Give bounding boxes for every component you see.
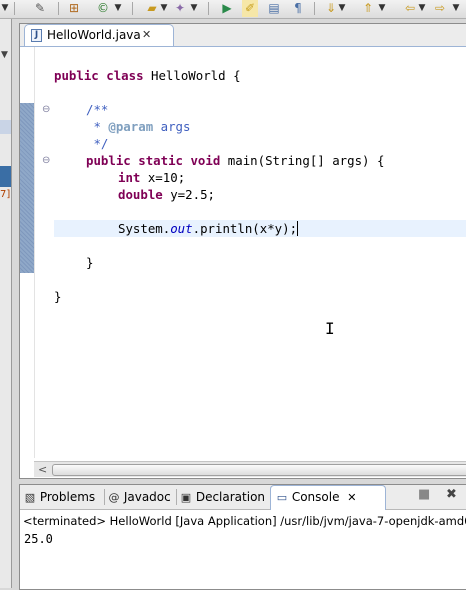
- code-text: x=10;: [140, 170, 186, 185]
- code-line: double y=2.5;: [118, 186, 215, 203]
- keyword: double: [118, 187, 163, 202]
- javadoc-line: * @param args: [86, 118, 190, 135]
- scrollbar-thumb[interactable]: [52, 464, 466, 476]
- gutter-divider: [34, 47, 35, 458]
- editor-tab-bar: J HelloWorld.java ✕: [20, 24, 466, 47]
- tab-label: Javadoc: [123, 490, 171, 504]
- edit-icon[interactable]: ✎: [32, 0, 48, 17]
- java-editor: J HelloWorld.java ✕ ⊖ ⊖ public class Hel…: [19, 23, 466, 479]
- back-icon[interactable]: ⇦: [402, 0, 418, 17]
- editor-tab-label: HelloWorld.java: [47, 28, 141, 42]
- previous-annotation-icon[interactable]: ⇑: [360, 0, 376, 17]
- javadoc-tag: @param: [108, 119, 154, 134]
- explorer-highlight-row: [0, 120, 11, 134]
- view-menu-chevron-icon[interactable]: ▼: [1, 50, 8, 60]
- javadoc-text: args: [153, 119, 191, 134]
- console-status: <terminated> HelloWorld [Java Applicatio…: [23, 514, 466, 528]
- console-icon: ▭: [276, 491, 288, 504]
- console-output[interactable]: 25.0: [24, 532, 53, 546]
- keyword: class: [106, 68, 144, 83]
- toolbar-separator: [208, 2, 209, 15]
- code-line: public static void main(String[] args) {: [86, 152, 384, 169]
- task-list-icon[interactable]: ▤: [266, 0, 282, 17]
- ibeam-cursor-icon: I: [325, 319, 335, 338]
- main-toolbar: ▼ ✎ ⊞ © ▼ ▰ ▼ ✦ ▼ ▶ ✐ ▤ ¶ ⇓ ▼ ⇑ ▼ ⇦ ▼ ⇨ …: [0, 0, 466, 19]
- keyword: void: [190, 153, 221, 168]
- problems-icon: ▧: [24, 491, 36, 504]
- close-icon[interactable]: ✕: [142, 28, 151, 41]
- code-text: .println(x*y);: [192, 221, 298, 236]
- tab-declaration[interactable]: ▣ Declaration: [180, 485, 265, 509]
- code-line: public class HelloWorld {: [54, 67, 241, 84]
- code-line: }: [54, 289, 62, 304]
- remove-launch-icon[interactable]: ✖: [446, 487, 457, 502]
- close-icon[interactable]: ✕: [347, 491, 356, 504]
- tab-problems[interactable]: ▧ Problems: [24, 485, 95, 509]
- magic-wand-icon[interactable]: ✦: [172, 0, 188, 17]
- keyword: public: [86, 153, 131, 168]
- new-class-icon[interactable]: ©: [95, 0, 111, 17]
- editor-horizontal-scrollbar[interactable]: <: [34, 461, 466, 477]
- explorer-text-fragment: 7]: [0, 189, 11, 200]
- tab-javadoc[interactable]: @ Javadoc: [108, 485, 171, 509]
- java-file-icon: J: [31, 29, 42, 42]
- explorer-selected-row[interactable]: [0, 166, 11, 187]
- javadoc-close: */: [86, 136, 109, 151]
- dropdown-arrow-icon[interactable]: ▼: [338, 0, 346, 17]
- fold-collapse-icon[interactable]: ⊖: [42, 104, 50, 115]
- javadoc-text: *: [86, 119, 109, 134]
- toolbar-separator: [314, 2, 315, 15]
- new-package-icon[interactable]: ⊞: [66, 0, 82, 17]
- highlight-icon[interactable]: ✐: [242, 0, 258, 17]
- bottom-panel: ▧ Problems @ Javadoc ▣ Declaration ▭ Con…: [19, 484, 466, 590]
- tab-separator: [104, 489, 105, 505]
- next-annotation-icon[interactable]: ⇓: [323, 0, 339, 17]
- tab-console[interactable]: ▭ Console ✕: [276, 485, 357, 509]
- code-line: }: [86, 255, 94, 270]
- code-text: main(String[] args) {: [220, 153, 385, 168]
- editor-tab-helloworld[interactable]: J HelloWorld.java ✕: [24, 24, 174, 46]
- dropdown-arrow-icon[interactable]: ▼: [160, 0, 168, 17]
- dropdown-arrow-icon[interactable]: ▼: [418, 0, 426, 17]
- at-icon: @: [108, 491, 120, 504]
- code-text: y=2.5;: [162, 187, 215, 202]
- package-explorer-strip: ▼ 7]: [0, 19, 12, 588]
- toolbar-separator: [14, 2, 15, 15]
- dropdown-arrow-icon[interactable]: ▼: [114, 0, 122, 17]
- tab-label: Declaration: [195, 490, 266, 504]
- tab-label: Problems: [39, 490, 96, 504]
- dropdown-arrow-icon[interactable]: ▼: [452, 0, 460, 17]
- panel-tab-bar: ▧ Problems @ Javadoc ▣ Declaration ▭ Con…: [20, 485, 466, 510]
- text-caret: [297, 221, 299, 236]
- code-text: System.: [118, 221, 171, 236]
- toolbar-separator: [58, 2, 59, 15]
- terminate-icon[interactable]: ■: [418, 487, 430, 502]
- toolbar-separator: [132, 2, 133, 15]
- dropdown-arrow-icon[interactable]: ▼: [190, 0, 198, 17]
- dropdown-arrow-icon[interactable]: ▼: [1, 0, 9, 17]
- keyword: static: [138, 153, 183, 168]
- tab-separator: [176, 489, 177, 505]
- open-folder-icon[interactable]: ▰: [144, 0, 160, 17]
- declaration-icon: ▣: [180, 491, 192, 504]
- run-icon[interactable]: ▶: [219, 0, 235, 17]
- keyword: int: [118, 170, 141, 185]
- overview-ruler-range: [20, 103, 34, 273]
- keyword: public: [54, 68, 99, 83]
- dropdown-arrow-icon[interactable]: ▼: [378, 0, 386, 17]
- static-field: out: [170, 221, 193, 236]
- code-line: int x=10;: [118, 169, 185, 186]
- forward-icon[interactable]: ⇨: [432, 0, 448, 17]
- code-text: HelloWorld {: [143, 68, 241, 83]
- paragraph-icon[interactable]: ¶: [290, 0, 306, 17]
- code-line-current: System.out.println(x*y);: [118, 220, 299, 237]
- scroll-left-arrow-icon[interactable]: <: [38, 462, 47, 477]
- tab-label: Console: [291, 490, 340, 504]
- fold-collapse-icon[interactable]: ⊖: [42, 155, 50, 166]
- javadoc-open: /**: [86, 102, 109, 117]
